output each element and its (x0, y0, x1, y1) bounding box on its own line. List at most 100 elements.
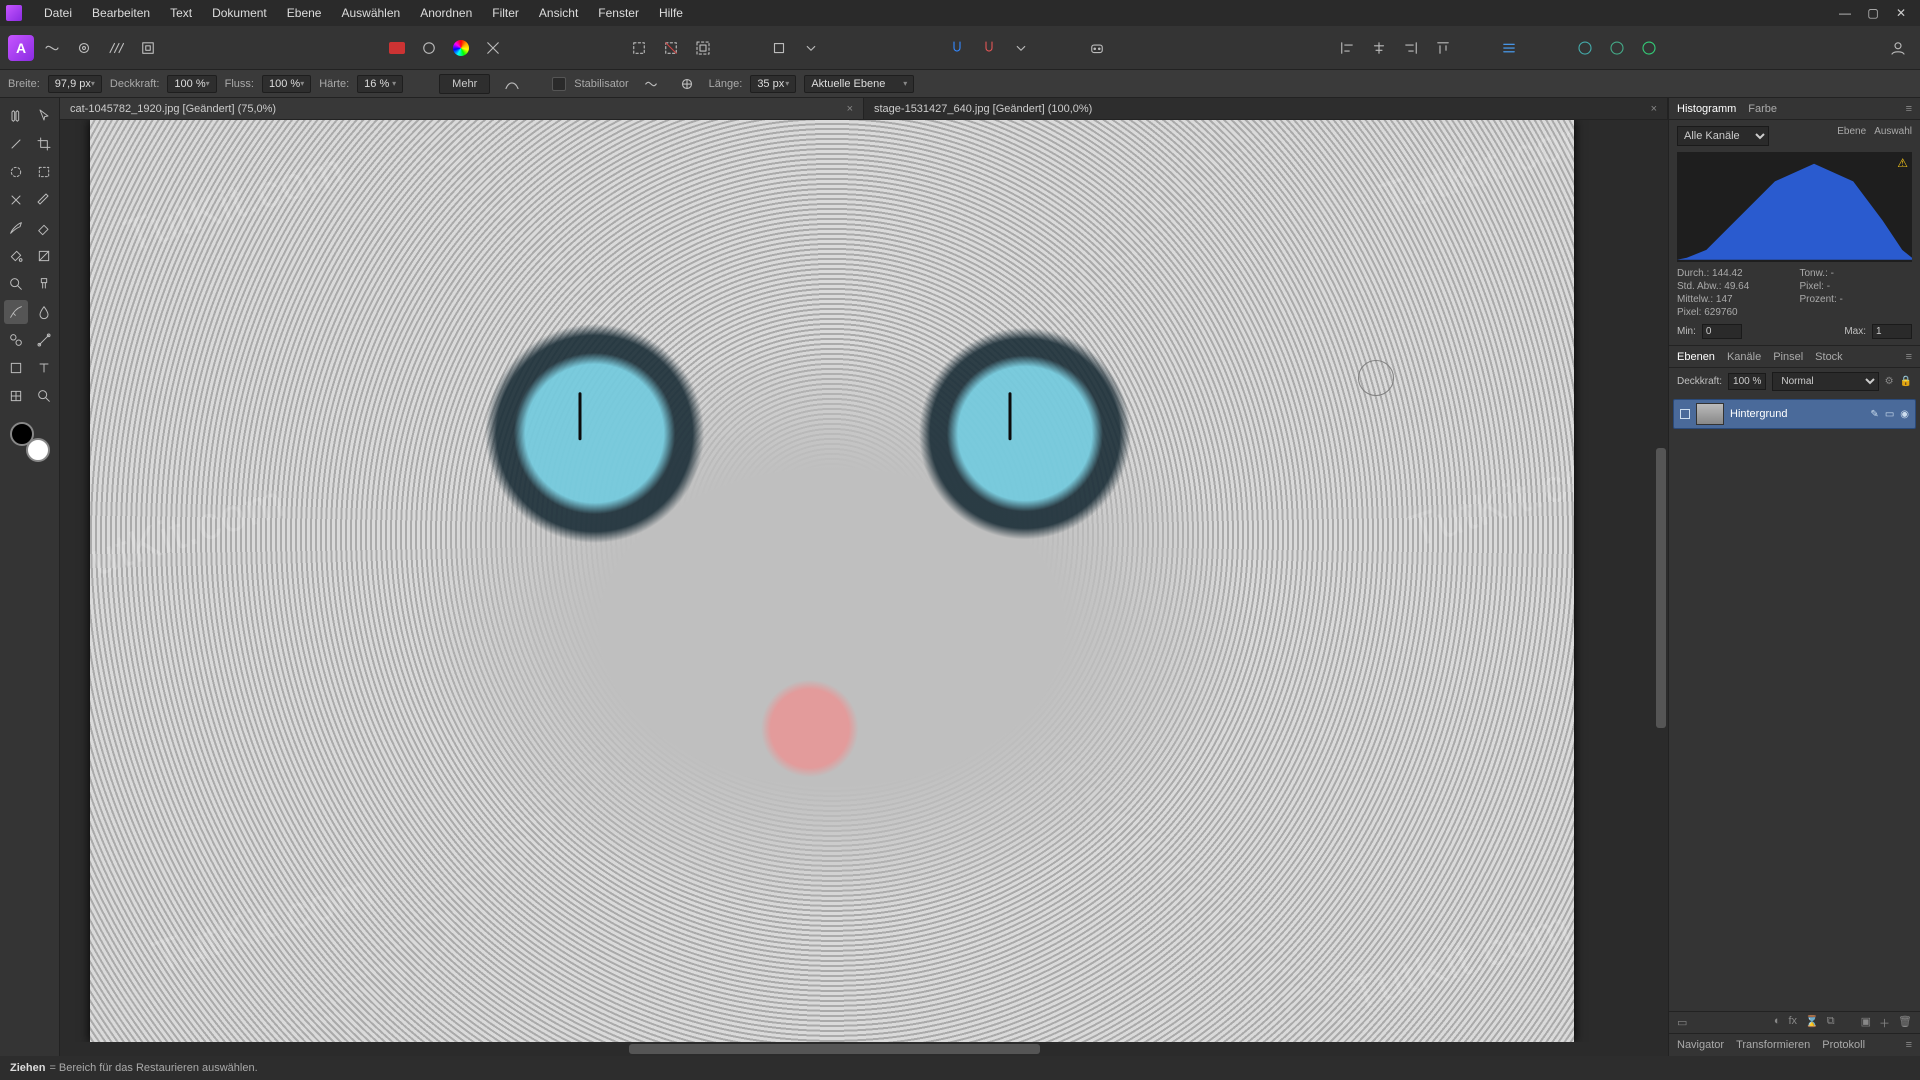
stock-a-icon[interactable] (1571, 34, 1599, 62)
layer-row-background[interactable]: Hintergrund ✎ ▭ ◉ (1673, 399, 1916, 429)
menu-view[interactable]: Ansicht (529, 2, 588, 24)
persona-develop-icon[interactable] (70, 34, 98, 62)
target-layer-select[interactable]: Aktuelle Ebene▾ (804, 75, 914, 93)
align-left-icon[interactable] (1333, 34, 1361, 62)
persona-liquify-icon[interactable] (38, 34, 66, 62)
histogram-scope-layer-button[interactable]: Ebene (1837, 126, 1866, 137)
window-close-button[interactable]: ✕ (1894, 6, 1908, 20)
vertical-scrollbar[interactable] (1654, 120, 1668, 1056)
snapping-dropdown-icon[interactable] (1007, 34, 1035, 62)
window-maximize-button[interactable]: ▢ (1866, 6, 1880, 20)
histogram-panel-menu-icon[interactable]: ≡ (1906, 103, 1912, 115)
menu-document[interactable]: Dokument (202, 2, 277, 24)
layer-fx-icon[interactable]: ⚙ (1885, 376, 1894, 387)
text-tool[interactable] (32, 356, 56, 380)
menu-edit[interactable]: Bearbeiten (82, 2, 160, 24)
crop-mode-icon[interactable] (765, 34, 793, 62)
foreground-color-swatch[interactable] (10, 422, 34, 446)
layer-link-icon[interactable]: ◉ (1900, 409, 1909, 420)
menu-filters[interactable]: Filter (482, 2, 529, 24)
document-tab-1-close-icon[interactable]: × (1651, 103, 1657, 115)
selection-brush-tool[interactable] (4, 160, 28, 184)
menu-help[interactable]: Hilfe (649, 2, 693, 24)
select-all-icon[interactable] (689, 34, 717, 62)
smudge-tool[interactable] (32, 300, 56, 324)
clone-tool[interactable] (4, 328, 28, 352)
layer-opacity-input[interactable]: 100 % (1728, 373, 1766, 390)
menu-window[interactable]: Fenster (588, 2, 649, 24)
view-tool[interactable] (4, 104, 28, 128)
greyscale-preview-icon[interactable] (415, 34, 443, 62)
deselect-icon[interactable] (657, 34, 685, 62)
flood-select-tool[interactable] (4, 188, 28, 212)
layer-name[interactable]: Hintergrund (1730, 408, 1787, 420)
inpainting-brush-tool[interactable] (4, 300, 28, 324)
marquee-tool[interactable] (32, 160, 56, 184)
tab-color[interactable]: Farbe (1748, 103, 1777, 115)
flow-input[interactable]: 100 %▾ (262, 75, 311, 93)
node-tool[interactable] (32, 328, 56, 352)
histogram-scope-selection-button[interactable]: Auswahl (1874, 126, 1912, 137)
layer-visibility-icon[interactable] (1680, 409, 1690, 419)
erase-brush-tool[interactable] (32, 216, 56, 240)
mesh-warp-tool[interactable] (4, 384, 28, 408)
assistant-icon[interactable] (1083, 34, 1111, 62)
tab-histogram[interactable]: Histogramm (1677, 103, 1736, 115)
snapping-toggle-icon[interactable] (943, 34, 971, 62)
bottom-panel-menu-icon[interactable]: ≡ (1906, 1039, 1912, 1051)
layer-blend-ranges-icon[interactable]: ⧉ (1827, 1015, 1835, 1031)
tab-navigator[interactable]: Navigator (1677, 1039, 1724, 1051)
layer-edit-icon[interactable]: ✎ (1870, 409, 1878, 420)
histogram-min-input[interactable] (1702, 324, 1742, 339)
burn-tool[interactable] (32, 272, 56, 296)
fill-tool[interactable] (4, 244, 28, 268)
paint-brush-tool[interactable] (4, 216, 28, 240)
zoom-tool[interactable] (32, 384, 56, 408)
menu-arrange[interactable]: Anordnen (410, 2, 482, 24)
tab-brushes[interactable]: Pinsel (1773, 351, 1803, 363)
color-chooser-icon[interactable] (447, 34, 475, 62)
account-icon[interactable] (1884, 34, 1912, 62)
align-right-icon[interactable] (1397, 34, 1425, 62)
quick-mask-icon[interactable] (383, 34, 411, 62)
layer-live-filter-icon[interactable]: ⌛ (1805, 1015, 1819, 1031)
gradient-tool[interactable] (32, 244, 56, 268)
arrange-icon[interactable] (1495, 34, 1523, 62)
persona-tonemap-icon[interactable] (102, 34, 130, 62)
hardness-input[interactable]: 16 %▾ (357, 75, 403, 93)
menu-text[interactable]: Text (160, 2, 202, 24)
marquee-select-icon[interactable] (625, 34, 653, 62)
menu-layer[interactable]: Ebene (277, 2, 332, 24)
layers-panel-menu-icon[interactable]: ≡ (1906, 351, 1912, 363)
align-center-icon[interactable] (1365, 34, 1393, 62)
layer-thumbnail[interactable] (1696, 403, 1724, 425)
layer-blendmode-select[interactable]: Normal (1772, 372, 1878, 391)
histogram-max-input[interactable] (1872, 324, 1912, 339)
crop-mode-dropdown-icon[interactable] (797, 34, 825, 62)
more-button[interactable]: Mehr (439, 74, 490, 94)
stock-b-icon[interactable] (1603, 34, 1631, 62)
tab-stock[interactable]: Stock (1815, 351, 1843, 363)
histogram-channel-select[interactable]: Alle Kanäle (1677, 126, 1769, 146)
color-picker-tool[interactable] (4, 132, 28, 156)
document-tab-0-close-icon[interactable]: × (847, 103, 853, 115)
pen-tool[interactable] (32, 188, 56, 212)
pressure-toggle-icon[interactable] (498, 70, 526, 98)
move-tool[interactable] (32, 104, 56, 128)
color-swatches[interactable] (10, 422, 50, 462)
horizontal-scrollbar[interactable] (60, 1042, 1640, 1056)
dodge-tool[interactable] (4, 272, 28, 296)
layer-group-icon[interactable]: ▣ (1861, 1015, 1871, 1031)
tab-protocol[interactable]: Protokoll (1822, 1039, 1865, 1051)
tab-transform[interactable]: Transformieren (1736, 1039, 1810, 1051)
layer-lock-row-icon[interactable]: ▭ (1885, 409, 1894, 420)
document-tab-1[interactable]: stage-1531427_640.jpg [Geändert] (100,0%… (864, 98, 1668, 119)
layer-adjustment-icon[interactable]: ◐ (1774, 1015, 1781, 1031)
opacity-input[interactable]: 100 %▾ (167, 75, 216, 93)
snapping-toggle-b-icon[interactable] (975, 34, 1003, 62)
tab-channels[interactable]: Kanäle (1727, 351, 1761, 363)
length-input[interactable]: 35 px▾ (750, 75, 796, 93)
tab-layers[interactable]: Ebenen (1677, 351, 1715, 363)
stock-c-icon[interactable] (1635, 34, 1663, 62)
menu-select[interactable]: Auswählen (331, 2, 410, 24)
